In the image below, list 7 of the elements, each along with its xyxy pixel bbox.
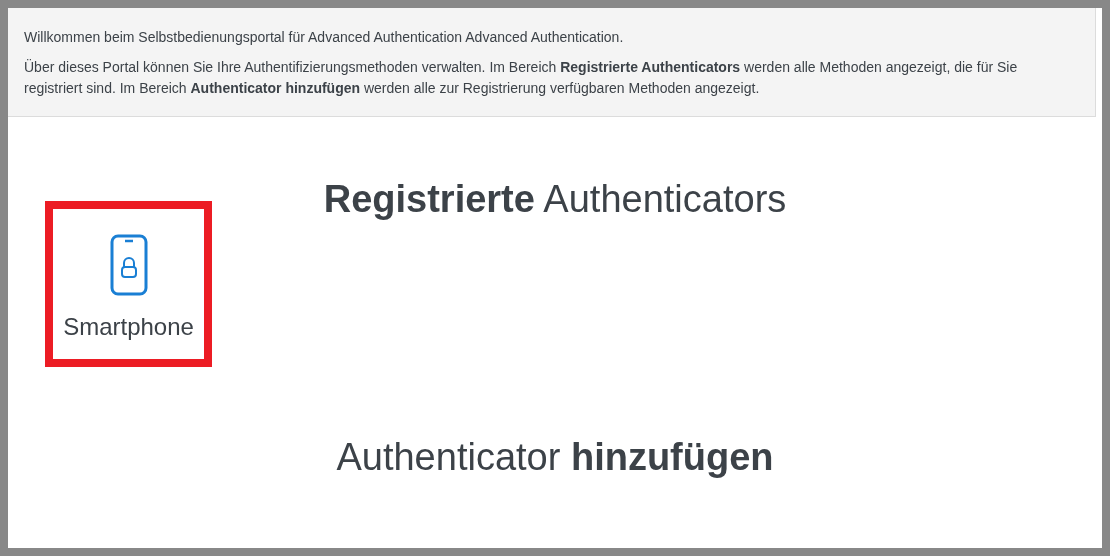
section-heading: Authenticator hinzufügen <box>336 435 774 479</box>
info-paragraph: Über dieses Portal können Sie Ihre Authentifizierungsmethoden verwalten. Im Bereich Registrierte Authenticators werden alle Methoden angezeigt, die für Sie registriert sind. Im Bereich Authenticator hinzufügen werden alle zur Registrierung verfügbaren Methoden angezeigt. <box>24 58 1019 98</box>
section-heading: Registrierte Authenticators <box>323 177 787 221</box>
tile-label: Smartphone <box>63 313 194 341</box>
authenticator-tile[interactable]: Smartphone <box>45 201 212 367</box>
info-paragraph: Willkommen beim Selbstbedienungsportal für Advanced Authentication Advanced Authentication. <box>24 28 625 47</box>
smartphone-lock-icon <box>108 233 149 297</box>
